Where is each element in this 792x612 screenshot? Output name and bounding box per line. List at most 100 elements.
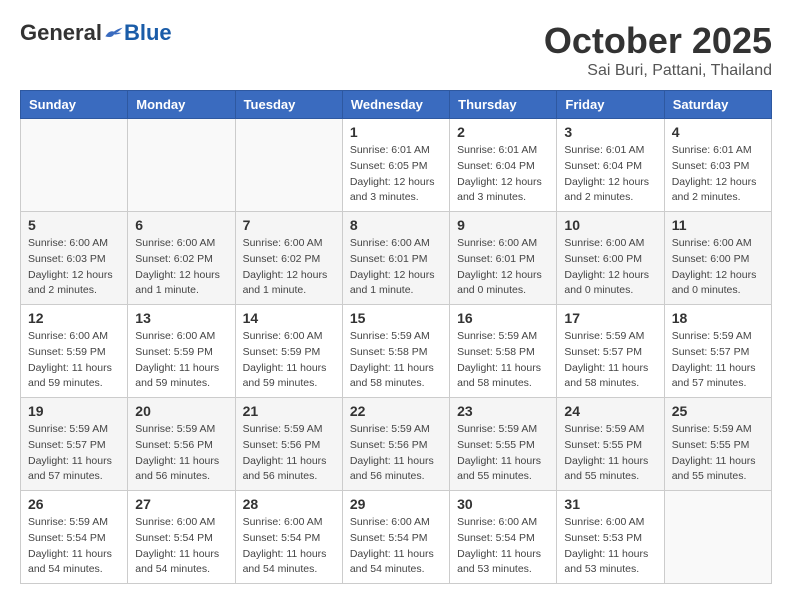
calendar-table: SundayMondayTuesdayWednesdayThursdayFrid…	[20, 90, 772, 584]
day-number: 1	[350, 124, 442, 140]
day-number: 21	[243, 403, 335, 419]
day-number: 28	[243, 496, 335, 512]
day-info: Sunrise: 5:59 AM Sunset: 5:56 PM Dayligh…	[243, 422, 335, 485]
calendar-header-monday: Monday	[128, 91, 235, 119]
logo-bird-icon	[104, 23, 124, 43]
day-number: 11	[672, 217, 764, 233]
page-header: General Blue October 2025 Sai Buri, Patt…	[20, 20, 772, 80]
calendar-cell: 1 Sunrise: 6:01 AM Sunset: 6:05 PM Daylig…	[342, 119, 449, 212]
day-info: Sunrise: 6:00 AM Sunset: 6:02 PM Dayligh…	[135, 236, 227, 299]
calendar-week-row: 5 Sunrise: 6:00 AM Sunset: 6:03 PM Daylig…	[21, 212, 772, 305]
day-info: Sunrise: 6:00 AM Sunset: 5:54 PM Dayligh…	[135, 515, 227, 578]
day-number: 14	[243, 310, 335, 326]
day-number: 2	[457, 124, 549, 140]
day-info: Sunrise: 5:59 AM Sunset: 5:58 PM Dayligh…	[350, 329, 442, 392]
calendar-cell	[128, 119, 235, 212]
calendar-cell: 31 Sunrise: 6:00 AM Sunset: 5:53 PM Dayli…	[557, 491, 664, 584]
calendar-cell: 21 Sunrise: 5:59 AM Sunset: 5:56 PM Dayli…	[235, 398, 342, 491]
day-number: 17	[564, 310, 656, 326]
day-number: 7	[243, 217, 335, 233]
day-info: Sunrise: 5:59 AM Sunset: 5:55 PM Dayligh…	[564, 422, 656, 485]
day-info: Sunrise: 6:01 AM Sunset: 6:05 PM Dayligh…	[350, 143, 442, 206]
calendar-cell: 4Sunrise: 6:01 AM Sunset: 6:03 PM Daylig…	[664, 119, 771, 212]
day-info: Sunrise: 6:00 AM Sunset: 5:59 PM Dayligh…	[135, 329, 227, 392]
day-number: 23	[457, 403, 549, 419]
calendar-week-row: 1 Sunrise: 6:01 AM Sunset: 6:05 PM Daylig…	[21, 119, 772, 212]
day-info: Sunrise: 6:00 AM Sunset: 5:53 PM Dayligh…	[564, 515, 656, 578]
calendar-cell	[21, 119, 128, 212]
day-info: Sunrise: 6:00 AM Sunset: 6:00 PM Dayligh…	[564, 236, 656, 299]
day-number: 27	[135, 496, 227, 512]
calendar-cell	[664, 491, 771, 584]
calendar-cell: 6Sunrise: 6:00 AM Sunset: 6:02 PM Daylig…	[128, 212, 235, 305]
calendar-cell: 12 Sunrise: 6:00 AM Sunset: 5:59 PM Dayli…	[21, 305, 128, 398]
calendar-cell: 13 Sunrise: 6:00 AM Sunset: 5:59 PM Dayli…	[128, 305, 235, 398]
calendar-cell: 24 Sunrise: 5:59 AM Sunset: 5:55 PM Dayli…	[557, 398, 664, 491]
calendar-cell: 27 Sunrise: 6:00 AM Sunset: 5:54 PM Dayli…	[128, 491, 235, 584]
calendar-cell: 22Sunrise: 5:59 AM Sunset: 5:56 PM Dayli…	[342, 398, 449, 491]
day-info: Sunrise: 5:59 AM Sunset: 5:57 PM Dayligh…	[564, 329, 656, 392]
day-info: Sunrise: 6:01 AM Sunset: 6:03 PM Dayligh…	[672, 143, 764, 206]
day-number: 30	[457, 496, 549, 512]
day-info: Sunrise: 5:59 AM Sunset: 5:58 PM Dayligh…	[457, 329, 549, 392]
calendar-cell: 30 Sunrise: 6:00 AM Sunset: 5:54 PM Dayli…	[450, 491, 557, 584]
calendar-cell: 23Sunrise: 5:59 AM Sunset: 5:55 PM Dayli…	[450, 398, 557, 491]
day-info: Sunrise: 6:00 AM Sunset: 5:54 PM Dayligh…	[350, 515, 442, 578]
calendar-cell: 17 Sunrise: 5:59 AM Sunset: 5:57 PM Dayli…	[557, 305, 664, 398]
day-info: Sunrise: 5:59 AM Sunset: 5:54 PM Dayligh…	[28, 515, 120, 578]
location-subtitle: Sai Buri, Pattani, Thailand	[544, 62, 772, 80]
day-number: 31	[564, 496, 656, 512]
calendar-header-row: SundayMondayTuesdayWednesdayThursdayFrid…	[21, 91, 772, 119]
day-number: 10	[564, 217, 656, 233]
day-number: 12	[28, 310, 120, 326]
calendar-cell: 5 Sunrise: 6:00 AM Sunset: 6:03 PM Daylig…	[21, 212, 128, 305]
day-number: 15	[350, 310, 442, 326]
calendar-cell: 9Sunrise: 6:00 AM Sunset: 6:01 PM Daylig…	[450, 212, 557, 305]
calendar-week-row: 26 Sunrise: 5:59 AM Sunset: 5:54 PM Dayli…	[21, 491, 772, 584]
day-number: 19	[28, 403, 120, 419]
calendar-cell	[235, 119, 342, 212]
calendar-cell: 2 Sunrise: 6:01 AM Sunset: 6:04 PM Daylig…	[450, 119, 557, 212]
day-info: Sunrise: 6:00 AM Sunset: 6:03 PM Dayligh…	[28, 236, 120, 299]
day-number: 13	[135, 310, 227, 326]
day-info: Sunrise: 6:00 AM Sunset: 5:54 PM Dayligh…	[243, 515, 335, 578]
day-info: Sunrise: 5:59 AM Sunset: 5:56 PM Dayligh…	[350, 422, 442, 485]
day-number: 24	[564, 403, 656, 419]
day-info: Sunrise: 6:00 AM Sunset: 5:54 PM Dayligh…	[457, 515, 549, 578]
calendar-cell: 19 Sunrise: 5:59 AM Sunset: 5:57 PM Dayli…	[21, 398, 128, 491]
calendar-cell: 16Sunrise: 5:59 AM Sunset: 5:58 PM Dayli…	[450, 305, 557, 398]
day-info: Sunrise: 5:59 AM Sunset: 5:55 PM Dayligh…	[672, 422, 764, 485]
calendar-header-friday: Friday	[557, 91, 664, 119]
calendar-week-row: 12 Sunrise: 6:00 AM Sunset: 5:59 PM Dayli…	[21, 305, 772, 398]
calendar-header-wednesday: Wednesday	[342, 91, 449, 119]
calendar-cell: 11Sunrise: 6:00 AM Sunset: 6:00 PM Dayli…	[664, 212, 771, 305]
calendar-week-row: 19 Sunrise: 5:59 AM Sunset: 5:57 PM Dayli…	[21, 398, 772, 491]
calendar-header-tuesday: Tuesday	[235, 91, 342, 119]
day-info: Sunrise: 6:00 AM Sunset: 5:59 PM Dayligh…	[28, 329, 120, 392]
calendar-cell: 28 Sunrise: 6:00 AM Sunset: 5:54 PM Dayli…	[235, 491, 342, 584]
day-number: 20	[135, 403, 227, 419]
logo: General Blue	[20, 20, 172, 46]
month-title: October 2025	[544, 20, 772, 62]
day-info: Sunrise: 5:59 AM Sunset: 5:57 PM Dayligh…	[28, 422, 120, 485]
day-info: Sunrise: 6:01 AM Sunset: 6:04 PM Dayligh…	[457, 143, 549, 206]
logo-blue-text: Blue	[124, 20, 172, 46]
logo-general-text: General	[20, 20, 102, 46]
calendar-cell: 18Sunrise: 5:59 AM Sunset: 5:57 PM Dayli…	[664, 305, 771, 398]
day-number: 29	[350, 496, 442, 512]
day-number: 3	[564, 124, 656, 140]
day-info: Sunrise: 5:59 AM Sunset: 5:57 PM Dayligh…	[672, 329, 764, 392]
calendar-cell: 10 Sunrise: 6:00 AM Sunset: 6:00 PM Dayli…	[557, 212, 664, 305]
day-info: Sunrise: 6:00 AM Sunset: 5:59 PM Dayligh…	[243, 329, 335, 392]
day-number: 5	[28, 217, 120, 233]
calendar-cell: 14 Sunrise: 6:00 AM Sunset: 5:59 PM Dayli…	[235, 305, 342, 398]
day-info: Sunrise: 6:00 AM Sunset: 6:02 PM Dayligh…	[243, 236, 335, 299]
calendar-cell: 25Sunrise: 5:59 AM Sunset: 5:55 PM Dayli…	[664, 398, 771, 491]
day-info: Sunrise: 5:59 AM Sunset: 5:56 PM Dayligh…	[135, 422, 227, 485]
title-section: October 2025 Sai Buri, Pattani, Thailand	[544, 20, 772, 80]
day-number: 8	[350, 217, 442, 233]
day-number: 26	[28, 496, 120, 512]
calendar-header-saturday: Saturday	[664, 91, 771, 119]
calendar-cell: 20 Sunrise: 5:59 AM Sunset: 5:56 PM Dayli…	[128, 398, 235, 491]
day-info: Sunrise: 6:00 AM Sunset: 6:01 PM Dayligh…	[457, 236, 549, 299]
